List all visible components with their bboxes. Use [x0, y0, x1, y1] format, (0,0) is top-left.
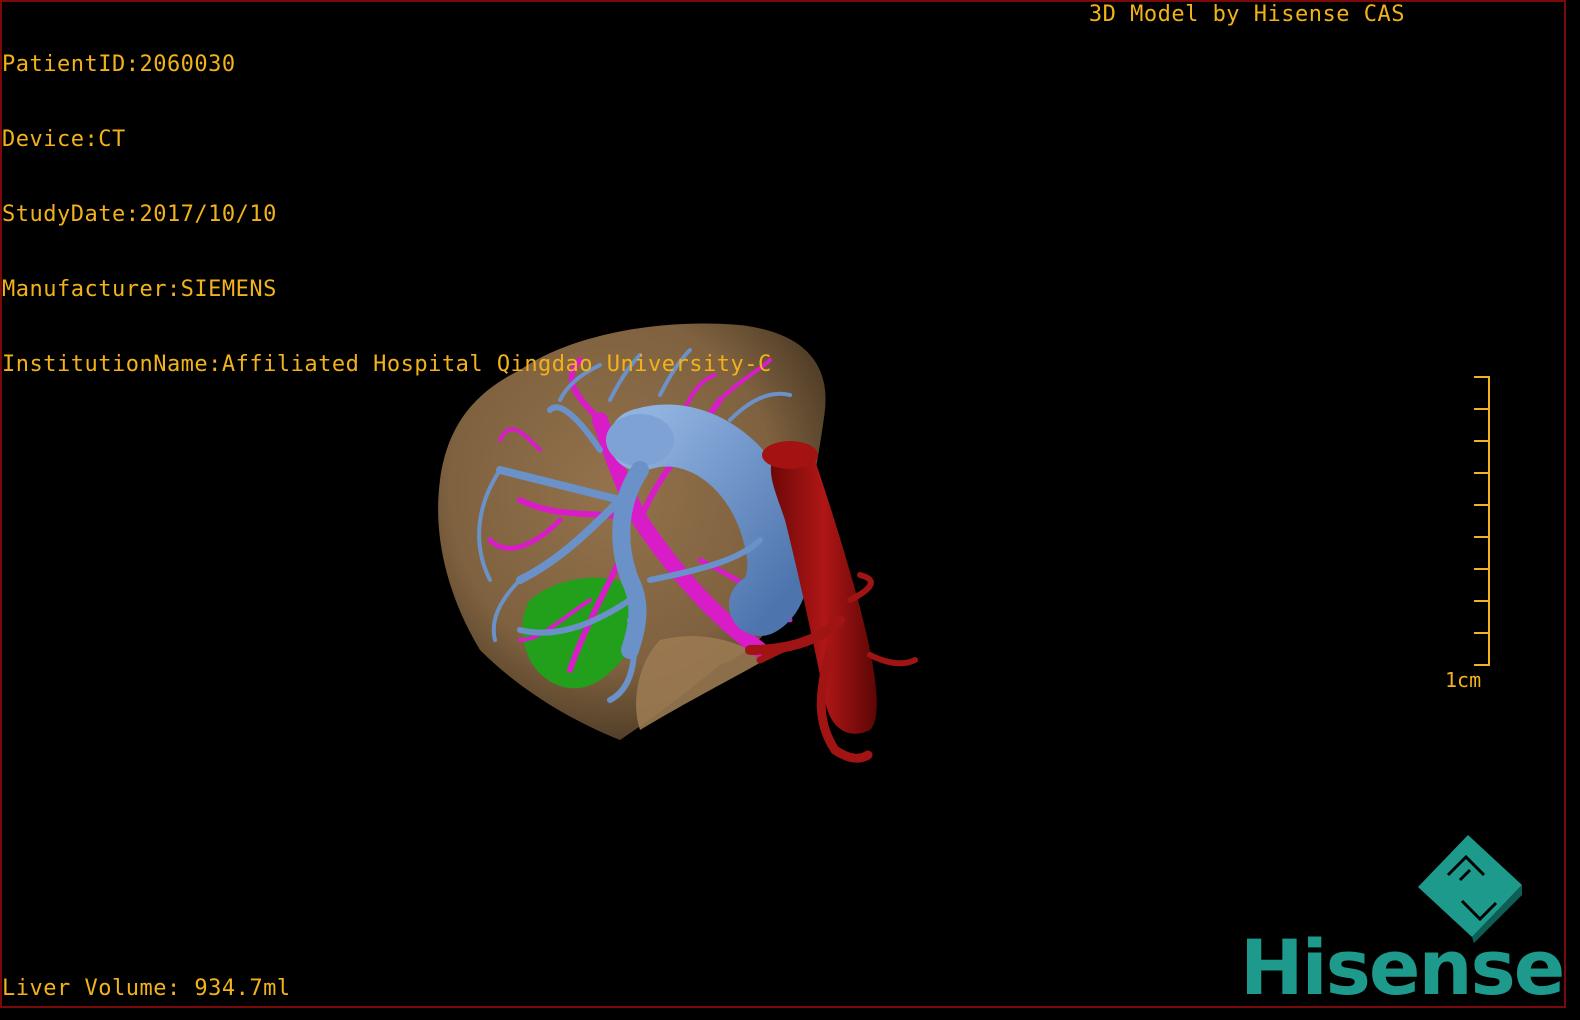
- scale-bar: [1474, 376, 1490, 666]
- device-text: Device:CT: [2, 127, 126, 152]
- manufacturer-text: Manufacturer:SIEMENS: [2, 277, 277, 302]
- study-info-panel: PatientID:2060030 Device:CT StudyDate:20…: [2, 2, 772, 402]
- hisense-logo: Hisense: [1240, 923, 1565, 1012]
- patient-id-text: PatientID:2060030: [2, 52, 236, 77]
- liver-volume-text: Liver Volume: 934.7ml: [2, 976, 291, 1001]
- study-date-text: StudyDate:2017/10/10: [2, 202, 277, 227]
- institution-text: InstitutionName:Affiliated Hospital Qing…: [2, 352, 772, 377]
- brand-caption: 3D Model by Hisense CAS: [1088, 2, 1405, 27]
- scale-bar-label: 1cm: [1445, 668, 1482, 692]
